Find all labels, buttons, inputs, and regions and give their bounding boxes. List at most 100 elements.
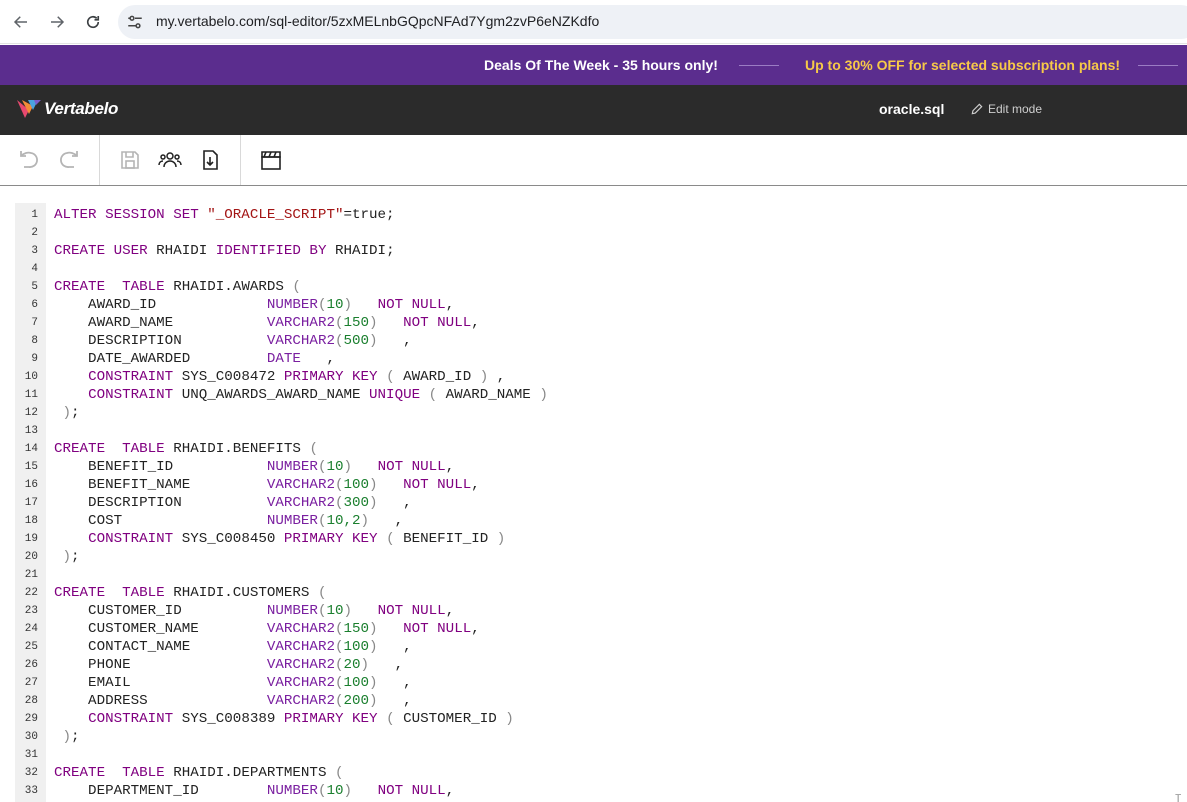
code-token: PRIMARY KEY: [283, 369, 387, 385]
code-token: (: [428, 387, 446, 403]
code-line[interactable]: CUSTOMER_ID NUMBER(10) NOT NULL,: [54, 602, 454, 620]
code-line[interactable]: CREATE TABLE RHAIDI.CUSTOMERS (: [54, 584, 326, 602]
line-number: 12: [24, 407, 38, 419]
edit-mode-label: Edit mode: [988, 102, 1043, 116]
code-token: PRIMARY KEY: [283, 711, 387, 727]
code-line[interactable]: DATE_AWARDED DATE ,: [54, 350, 335, 368]
code-token: BENEFIT_ID: [403, 531, 497, 547]
code-line[interactable]: CREATE TABLE RHAIDI.DEPARTMENTS (: [54, 764, 343, 782]
clapperboard-icon[interactable]: [258, 147, 284, 173]
code-line[interactable]: AWARD_NAME VARCHAR2(150) NOT NULL,: [54, 314, 480, 332]
code-token: ADDRESS: [54, 693, 267, 709]
promo-deal-text: Deals Of The Week - 35 hours only!: [484, 57, 718, 73]
back-arrow-icon[interactable]: [10, 11, 32, 33]
undo-icon[interactable]: [16, 147, 42, 173]
code-token: VARCHAR2: [266, 639, 335, 655]
line-number: 25: [24, 641, 38, 653]
code-token: NOT NULL: [377, 459, 446, 475]
text-cursor-icon: I: [1174, 792, 1183, 802]
code-line[interactable]: CREATE TABLE RHAIDI.BENEFITS (: [54, 440, 318, 458]
code-token: ,: [488, 369, 506, 385]
address-bar[interactable]: my.vertabelo.com/sql-editor/5zxMELnbGQpc…: [118, 5, 1187, 39]
code-line[interactable]: );: [54, 404, 80, 422]
code-token: 200: [343, 693, 370, 709]
code-token: ,: [471, 315, 480, 331]
code-line[interactable]: CREATE TABLE RHAIDI.AWARDS (: [54, 278, 301, 296]
code-token: RHAIDI.DEPARTMENTS: [173, 765, 335, 781]
forward-arrow-icon[interactable]: [46, 11, 68, 33]
code-token: NOT NULL: [377, 297, 446, 313]
code-line[interactable]: ALTER SESSION SET "_ORACLE_SCRIPT"=true;: [54, 206, 395, 224]
code-line[interactable]: );: [54, 728, 80, 746]
code-token: 10,2: [326, 513, 361, 529]
code-line[interactable]: DESCRIPTION VARCHAR2(500) ,: [54, 332, 412, 350]
code-token: RHAIDI.AWARDS: [173, 279, 293, 295]
code-line[interactable]: COST NUMBER(10,2) ,: [54, 512, 403, 530]
code-line[interactable]: DEPARTMENT_ID NUMBER(10) NOT NULL,: [54, 782, 454, 800]
code-line[interactable]: );: [54, 548, 80, 566]
code-token: ,: [445, 297, 455, 313]
vertabelo-logo[interactable]: Vertabelo: [16, 98, 118, 120]
save-icon[interactable]: [117, 147, 143, 173]
file-name[interactable]: oracle.sql: [879, 101, 944, 117]
promo-offer-link[interactable]: Up to 30% OFF for selected subscription …: [805, 57, 1120, 73]
line-number: 16: [24, 479, 38, 491]
code-line[interactable]: ADDRESS VARCHAR2(200) ,: [54, 692, 412, 710]
code-token: SYS_C008450: [181, 531, 284, 547]
code-token: ): [62, 549, 72, 565]
code-line[interactable]: BENEFIT_NAME VARCHAR2(100) NOT NULL,: [54, 476, 480, 494]
code-line[interactable]: PHONE VARCHAR2(20) ,: [54, 656, 403, 674]
code-line[interactable]: BENEFIT_ID NUMBER(10) NOT NULL,: [54, 458, 454, 476]
promo-banner[interactable]: Deals Of The Week - 35 hours only! Up to…: [0, 45, 1187, 85]
code-line[interactable]: CONSTRAINT SYS_C008389 PRIMARY KEY ( CUS…: [54, 710, 514, 728]
code-token: ): [369, 693, 378, 709]
code-line[interactable]: AWARD_ID NUMBER(10) NOT NULL,: [54, 296, 454, 314]
code-token: (: [386, 531, 404, 547]
redo-icon[interactable]: [56, 147, 82, 173]
line-number: 20: [24, 551, 38, 563]
code-token: RHAIDI.BENEFITS: [173, 441, 310, 457]
line-number: 11: [24, 389, 38, 401]
code-line[interactable]: DESCRIPTION VARCHAR2(300) ,: [54, 494, 412, 512]
code-token: ): [369, 495, 378, 511]
edit-mode-button[interactable]: Edit mode: [970, 102, 1042, 116]
code-token: 100: [343, 477, 370, 493]
collaborators-icon[interactable]: [157, 147, 183, 173]
code-token: CUSTOMER_ID: [403, 711, 506, 727]
code-line[interactable]: CONSTRAINT SYS_C008450 PRIMARY KEY ( BEN…: [54, 530, 505, 548]
code-token: 10: [326, 459, 344, 475]
code-token: ): [496, 531, 506, 547]
code-token: CONSTRAINT: [88, 387, 182, 403]
code-line[interactable]: CUSTOMER_NAME VARCHAR2(150) NOT NULL,: [54, 620, 480, 638]
code-line[interactable]: EMAIL VARCHAR2(100) ,: [54, 674, 412, 692]
sql-code-editor[interactable]: 1 2 3 4 5 6 7 8 9 10 11 12 13 14 15 16 17 18 19 20 21 22 23 24 2…: [15, 203, 1187, 802]
url-text[interactable]: my.vertabelo.com/sql-editor/5zxMELnbGQpc…: [156, 13, 599, 29]
code-token: (: [334, 477, 344, 493]
code-line[interactable]: CONSTRAINT UNQ_AWARDS_AWARD_NAME UNIQUE …: [54, 386, 548, 404]
code-token: ALTER SESSION SET: [54, 207, 208, 223]
site-settings-icon[interactable]: [126, 13, 144, 31]
export-download-icon[interactable]: [197, 147, 223, 173]
code-token: VARCHAR2: [266, 621, 335, 637]
code-token: AWARD_ID: [403, 369, 480, 385]
line-number: 2: [31, 227, 38, 239]
code-token: NOT NULL: [403, 315, 472, 331]
code-token: COST: [54, 513, 267, 529]
code-token: 500: [343, 333, 370, 349]
code-line[interactable]: CONTACT_NAME VARCHAR2(100) ,: [54, 638, 412, 656]
code-line[interactable]: CONSTRAINT SYS_C008472 PRIMARY KEY ( AWA…: [54, 368, 505, 386]
code-token: AWARD_NAME: [54, 315, 267, 331]
code-token: ,: [377, 639, 412, 655]
code-line[interactable]: CREATE USER RHAIDI IDENTIFIED BY RHAIDI;: [54, 242, 395, 260]
reload-icon[interactable]: [82, 11, 104, 33]
line-number: 4: [31, 263, 38, 275]
code-token: DESCRIPTION: [54, 333, 267, 349]
code-token: ): [343, 783, 353, 799]
code-token: ): [479, 369, 489, 385]
code-token: CREATE USER: [54, 243, 157, 259]
